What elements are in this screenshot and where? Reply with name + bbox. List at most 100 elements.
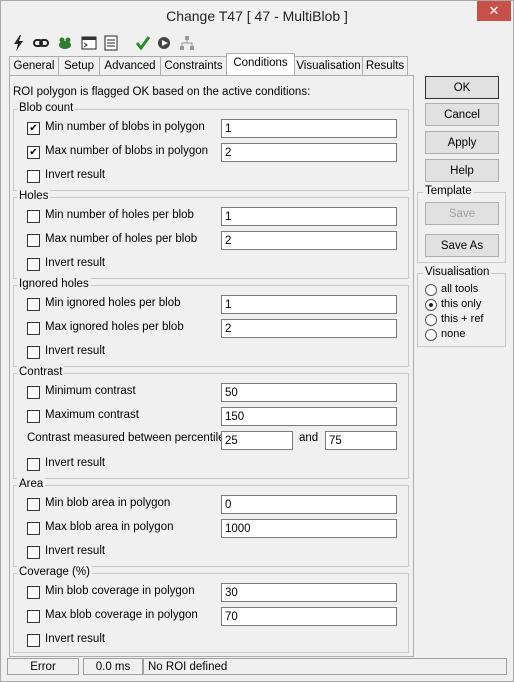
min-ignored-checkbox[interactable]	[27, 298, 40, 311]
invert-checkbox[interactable]	[27, 546, 40, 559]
min-ignored-label: Min ignored holes per blob	[45, 297, 181, 309]
max-contrast-checkbox[interactable]	[27, 410, 40, 423]
min-ignored-input[interactable]: 1	[221, 295, 397, 314]
max-holes-label: Max number of holes per blob	[45, 233, 198, 245]
tree-icon[interactable]	[179, 35, 195, 51]
invert-label: Invert result	[45, 257, 106, 269]
max-blobs-checkbox[interactable]: ✔	[27, 146, 40, 159]
max-area-label: Max blob area in polygon	[45, 521, 174, 533]
tab-conditions[interactable]: Conditions	[226, 53, 295, 75]
status-message: No ROI defined	[143, 658, 507, 675]
min-blobs-label: Min number of blobs in polygon	[45, 121, 205, 133]
percentile-high-input[interactable]: 75	[325, 431, 397, 450]
max-blobs-label: Max number of blobs in polygon	[45, 145, 209, 157]
frog-icon[interactable]	[57, 35, 73, 51]
min-coverage-checkbox[interactable]	[27, 586, 40, 599]
window-title: Change T47 [ 47 - MultiBlob ]	[166, 8, 348, 24]
min-blobs-input[interactable]: 1	[221, 119, 397, 138]
max-contrast-input[interactable]: 150	[221, 407, 397, 426]
max-area-checkbox[interactable]	[27, 522, 40, 535]
max-coverage-checkbox[interactable]	[27, 610, 40, 623]
list-icon[interactable]	[103, 35, 119, 51]
group-title: Blob count	[17, 102, 76, 114]
tab-setup[interactable]: Setup	[58, 56, 100, 75]
invert-checkbox[interactable]	[27, 170, 40, 183]
ok-button[interactable]: OK	[425, 76, 499, 99]
contrast-group: Contrast Minimum contrast 50 Maximum con…	[13, 366, 409, 479]
min-holes-checkbox[interactable]	[27, 210, 40, 223]
holes-group: Holes Min number of holes per blob 1 Max…	[13, 190, 409, 279]
group-title: Ignored holes	[17, 278, 91, 290]
save-button[interactable]: Save	[425, 202, 499, 225]
radio-dot[interactable]	[425, 329, 437, 341]
min-area-label: Min blob area in polygon	[45, 497, 171, 509]
max-area-input[interactable]: 1000	[221, 519, 397, 538]
radio-dot[interactable]	[425, 299, 437, 311]
min-area-checkbox[interactable]	[27, 498, 40, 511]
group-title: Area	[17, 478, 46, 490]
group-title: Holes	[17, 190, 51, 202]
min-holes-input[interactable]: 1	[221, 207, 397, 226]
max-ignored-input[interactable]: 2	[221, 319, 397, 338]
title-bar: Change T47 [ 47 - MultiBlob ] ✕	[1, 1, 513, 31]
console-icon[interactable]	[81, 35, 97, 51]
tab-results[interactable]: Results	[362, 56, 408, 75]
area-group: Area Min blob area in polygon 0 Max blob…	[13, 478, 409, 567]
max-ignored-checkbox[interactable]	[27, 322, 40, 335]
save-as-button[interactable]: Save As	[425, 234, 499, 257]
template-title: Template	[423, 185, 474, 197]
status-state: Error	[7, 658, 79, 675]
radio-label: this only	[441, 298, 482, 310]
tab-visualisation[interactable]: Visualisation	[294, 56, 363, 75]
max-blobs-input[interactable]: 2	[221, 143, 397, 162]
coverage-group: Coverage (%) Min blob coverage in polygo…	[13, 566, 409, 653]
close-button[interactable]: ✕	[477, 1, 511, 21]
radio-label: this + ref	[441, 313, 484, 325]
check-icon[interactable]	[135, 35, 151, 51]
link-icon[interactable]	[33, 35, 49, 51]
invert-checkbox[interactable]	[27, 258, 40, 271]
invert-checkbox[interactable]	[27, 346, 40, 359]
radio-dot[interactable]	[425, 314, 437, 326]
min-contrast-input[interactable]: 50	[221, 383, 397, 402]
min-coverage-label: Min blob coverage in polygon	[45, 585, 195, 597]
max-holes-input[interactable]: 2	[221, 231, 397, 250]
radio-dot[interactable]	[425, 284, 437, 296]
min-coverage-input[interactable]: 30	[221, 583, 397, 602]
invert-checkbox[interactable]	[27, 634, 40, 647]
tab-general[interactable]: General	[9, 56, 59, 75]
min-blobs-checkbox[interactable]: ✔	[27, 122, 40, 135]
conditions-panel: ROI polygon is flagged OK based on the a…	[9, 75, 414, 657]
invert-label: Invert result	[45, 545, 106, 557]
help-button[interactable]: Help	[425, 159, 499, 182]
tab-constraints[interactable]: Constraints	[160, 56, 227, 75]
status-time: 0.0 ms	[83, 658, 143, 675]
ignored-holes-group: Ignored holes Min ignored holes per blob…	[13, 278, 409, 367]
run-icon[interactable]	[157, 35, 173, 51]
invert-label: Invert result	[45, 633, 106, 645]
tab-advanced[interactable]: Advanced	[99, 56, 161, 75]
max-coverage-input[interactable]: 70	[221, 607, 397, 626]
cancel-button[interactable]: Cancel	[425, 103, 499, 126]
max-ignored-label: Max ignored holes per blob	[45, 321, 184, 333]
min-contrast-checkbox[interactable]	[27, 386, 40, 399]
dialog-window: Change T47 [ 47 - MultiBlob ] ✕ General	[0, 0, 514, 682]
max-holes-checkbox[interactable]	[27, 234, 40, 247]
percentiles-label: Contrast measured between percentiles	[27, 432, 231, 444]
percentile-low-input[interactable]: 25	[221, 431, 293, 450]
invert-checkbox[interactable]	[27, 458, 40, 471]
max-coverage-label: Max blob coverage in polygon	[45, 609, 198, 621]
min-holes-label: Min number of holes per blob	[45, 209, 194, 221]
group-title: Contrast	[17, 366, 65, 378]
min-area-input[interactable]: 0	[221, 495, 397, 514]
blob-count-group: Blob count ✔ Min number of blobs in poly…	[13, 102, 409, 191]
lightning-icon[interactable]	[11, 35, 27, 51]
min-contrast-label: Minimum contrast	[45, 385, 136, 397]
percentile-and-label: and	[299, 432, 319, 444]
visualisation-title: Visualisation	[423, 266, 492, 278]
apply-button[interactable]: Apply	[425, 131, 499, 154]
invert-label: Invert result	[45, 169, 106, 181]
radio-label: all tools	[441, 283, 479, 295]
radio-label: none	[441, 328, 466, 340]
intro-text: ROI polygon is flagged OK based on the a…	[13, 86, 311, 98]
